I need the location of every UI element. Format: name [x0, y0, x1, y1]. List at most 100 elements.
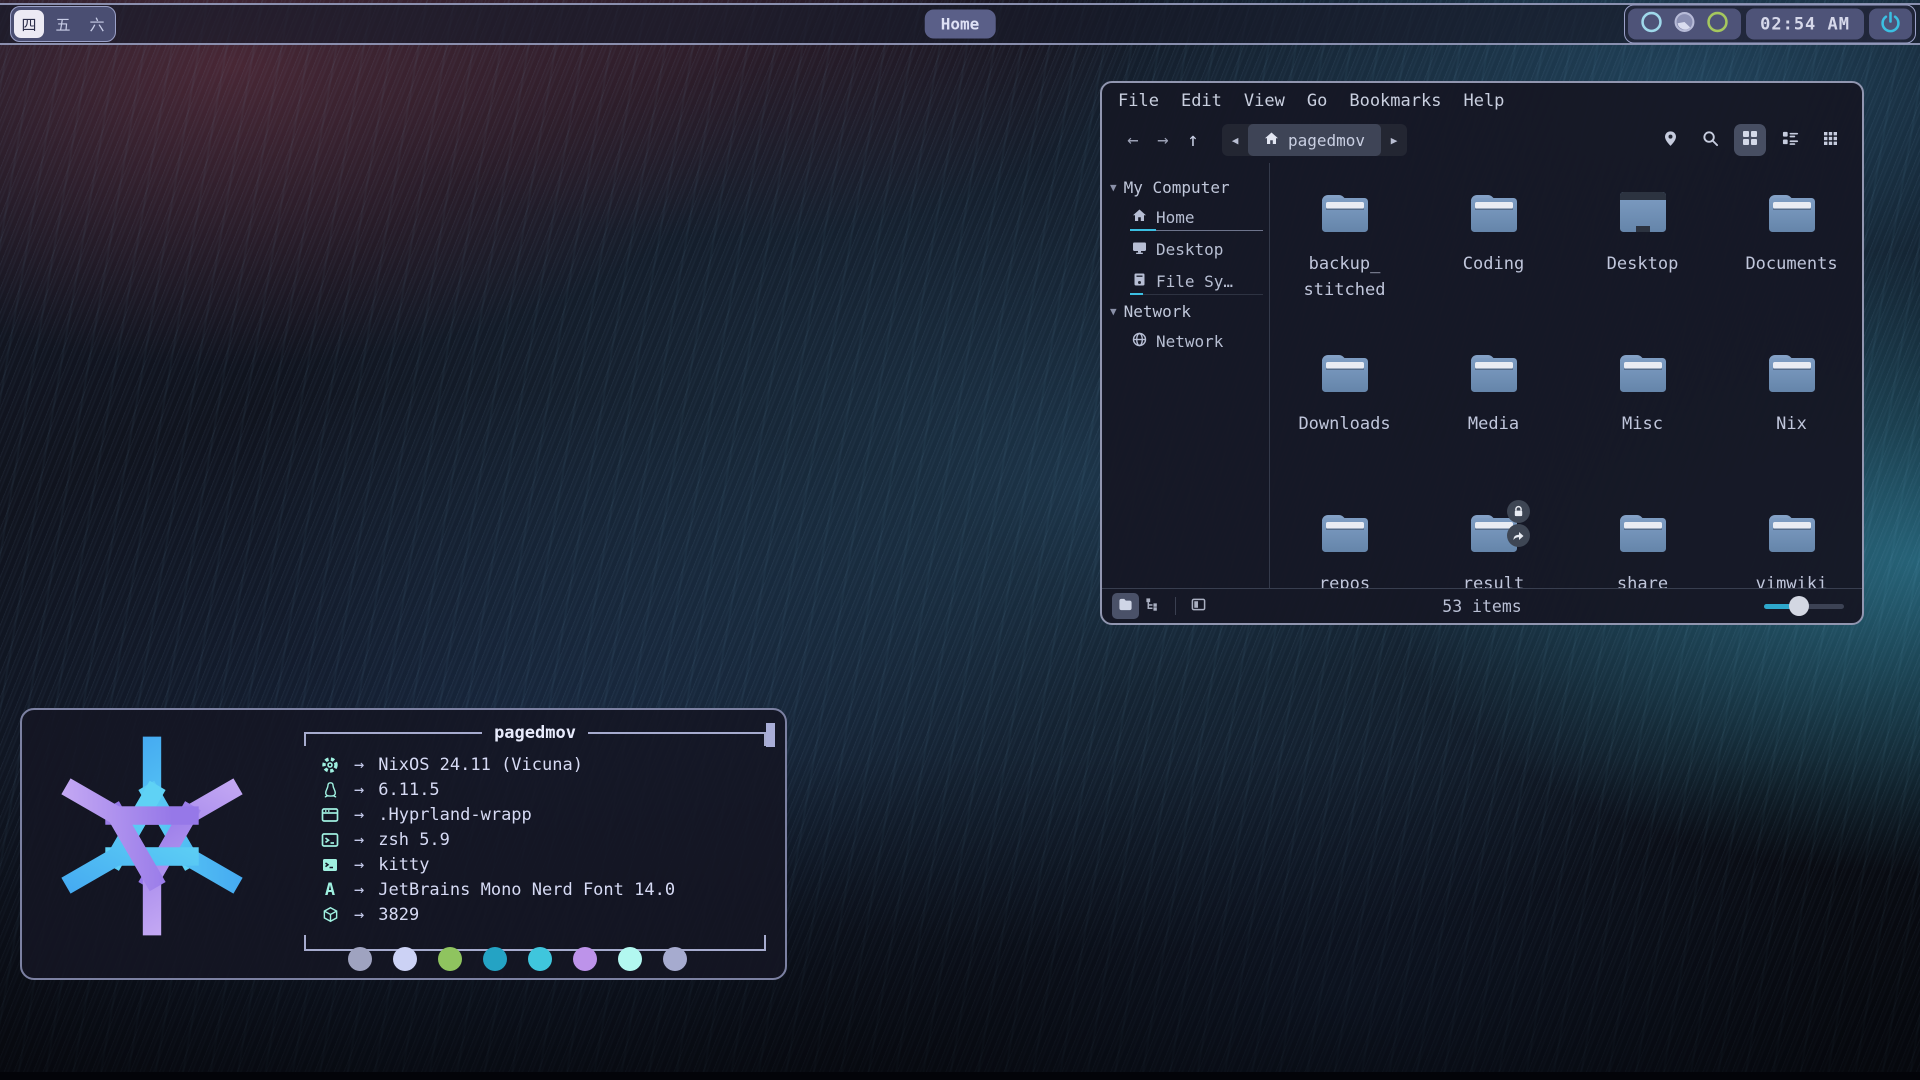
sidebar-section-label: Network: [1124, 302, 1191, 321]
sidebar-item-file-system[interactable]: File Sy…: [1102, 265, 1269, 297]
view-compact-button[interactable]: [1814, 124, 1846, 156]
toggle-panel-button[interactable]: [1185, 593, 1212, 619]
folder-item-downloads[interactable]: Downloads: [1270, 349, 1419, 509]
folder-pane-icon: [1118, 597, 1133, 616]
path-tab-pagedmov[interactable]: pagedmov: [1248, 124, 1381, 156]
folder-item-nix[interactable]: Nix: [1717, 349, 1860, 509]
fetch-row-os: → NixOS 24.11 (Vicuna): [318, 752, 766, 777]
hard-drive-icon: [1132, 272, 1147, 291]
folder-icon: [1467, 349, 1521, 395]
chevron-down-icon: ▼: [1110, 305, 1117, 318]
circle-blue-indicator-icon[interactable]: [1640, 11, 1663, 38]
globe-icon: [1132, 332, 1147, 351]
sidebar-item-home[interactable]: Home: [1102, 201, 1269, 233]
path-scroll-left-button[interactable]: ◀: [1222, 134, 1248, 147]
folder-item-desktop[interactable]: Desktop: [1568, 189, 1717, 349]
symlink-emblem-icon: [1507, 524, 1530, 547]
view-icons-button[interactable]: [1734, 124, 1766, 156]
folder-label: Downloads: [1298, 411, 1390, 437]
circle-green-indicator-icon[interactable]: [1706, 11, 1729, 38]
menu-file[interactable]: File: [1118, 91, 1159, 111]
fetch-row-wm: → .Hyprland-wrapp: [318, 802, 766, 827]
workspace-item-2[interactable]: 五: [48, 10, 78, 38]
home-icon: [1264, 131, 1279, 150]
sidebar-section-network[interactable]: ▼ Network: [1102, 297, 1269, 325]
list-view-icon: [1782, 130, 1799, 151]
circle-half-indicator-icon[interactable]: [1673, 11, 1696, 38]
palette-dot: [438, 947, 462, 971]
back-button[interactable]: ←: [1118, 129, 1148, 151]
panel-toggle-icon: [1191, 597, 1206, 616]
clock[interactable]: 02:54 AM: [1746, 9, 1864, 40]
folder-item-repos[interactable]: repos: [1270, 509, 1419, 588]
menu-help[interactable]: Help: [1463, 91, 1504, 111]
workspace-item-1[interactable]: 四: [14, 10, 44, 38]
up-button[interactable]: ↑: [1178, 129, 1208, 151]
fetch-row-terminal: → kitty: [318, 852, 766, 877]
arrow-icon: →: [354, 755, 364, 775]
arrow-icon: →: [354, 830, 364, 850]
folder-label: Desktop: [1607, 251, 1679, 277]
folder-item-backup-stitched[interactable]: backup_stitched: [1270, 189, 1419, 349]
folder-item-coding[interactable]: Coding: [1419, 189, 1568, 349]
search-button[interactable]: [1694, 124, 1726, 156]
icon-zoom-slider[interactable]: [1764, 596, 1844, 616]
slider-thumb[interactable]: [1789, 596, 1809, 616]
places-sidebar: ▼ My Computer Home Desktop File Sy…: [1102, 163, 1269, 588]
sidebar-item-label: File Sy…: [1156, 272, 1233, 291]
folder-label: Nix: [1776, 411, 1807, 437]
folder-item-share[interactable]: share: [1568, 509, 1717, 588]
menu-edit[interactable]: Edit: [1181, 91, 1222, 111]
menu-view[interactable]: View: [1244, 91, 1285, 111]
grid-view-icon: [1742, 130, 1758, 150]
palette-dot: [483, 947, 507, 971]
sidebar-item-desktop[interactable]: Desktop: [1102, 233, 1269, 265]
terminal-cursor: [766, 723, 775, 747]
fetch-row-font: A → JetBrains Mono Nerd Font 14.0: [318, 877, 766, 902]
arrow-icon: →: [354, 855, 364, 875]
path-scroll-right-button[interactable]: ▶: [1381, 134, 1407, 147]
folder-item-vimwiki[interactable]: vimwiki: [1717, 509, 1860, 588]
folder-label: Media: [1468, 411, 1519, 437]
folder-icon: [1318, 509, 1372, 555]
show-places-button[interactable]: [1112, 593, 1139, 619]
menu-bookmarks[interactable]: Bookmarks: [1349, 91, 1441, 111]
folder-label: repos: [1319, 571, 1370, 588]
active-window-title[interactable]: Home: [925, 10, 996, 39]
sidebar-section-my-computer[interactable]: ▼ My Computer: [1102, 173, 1269, 201]
locations-button[interactable]: [1654, 124, 1686, 156]
folder-label: share: [1617, 571, 1668, 588]
toolbar: ← → ↑ ◀ pagedmov ▶: [1102, 117, 1862, 163]
folder-item-misc[interactable]: Misc: [1568, 349, 1717, 509]
nixos-gear-icon: [318, 756, 342, 774]
power-button[interactable]: [1869, 9, 1912, 40]
path-bar: ◀ pagedmov ▶: [1222, 124, 1407, 156]
folder-label: Documents: [1745, 251, 1837, 277]
folder-icon: [1616, 509, 1670, 555]
forward-button[interactable]: →: [1148, 129, 1178, 151]
folder-item-media[interactable]: Media: [1419, 349, 1568, 509]
terminal-color-palette: [348, 947, 687, 971]
file-manager-window: File Edit View Go Bookmarks Help ← → ↑ ◀…: [1100, 81, 1864, 625]
menu-bar: File Edit View Go Bookmarks Help: [1102, 83, 1862, 117]
palette-dot: [348, 947, 372, 971]
show-tree-button[interactable]: [1139, 593, 1166, 619]
folder-item-documents[interactable]: Documents: [1717, 189, 1860, 349]
desktop-icon: [1132, 240, 1147, 259]
sidebar-item-network[interactable]: Network: [1102, 325, 1269, 357]
palette-dot: [573, 947, 597, 971]
terminal-window: pagedmov → NixOS 24.11 (Vicuna) → 6.11.5: [20, 708, 787, 980]
folder-icon: [1765, 349, 1819, 395]
shell-icon: [318, 831, 342, 849]
package-cube-icon: [318, 906, 342, 923]
compact-grid-icon: [1823, 131, 1838, 150]
folder-item-result[interactable]: result: [1419, 509, 1568, 588]
fetch-box-top: pagedmov: [304, 720, 766, 746]
folder-icon: [1765, 509, 1819, 555]
screen-bottom-strip: [0, 1072, 1920, 1080]
menu-go[interactable]: Go: [1307, 91, 1327, 111]
folder-icon: [1765, 189, 1819, 235]
status-bar: 53 items: [1102, 588, 1862, 623]
workspace-item-3[interactable]: 六: [82, 10, 112, 38]
view-list-button[interactable]: [1774, 124, 1806, 156]
